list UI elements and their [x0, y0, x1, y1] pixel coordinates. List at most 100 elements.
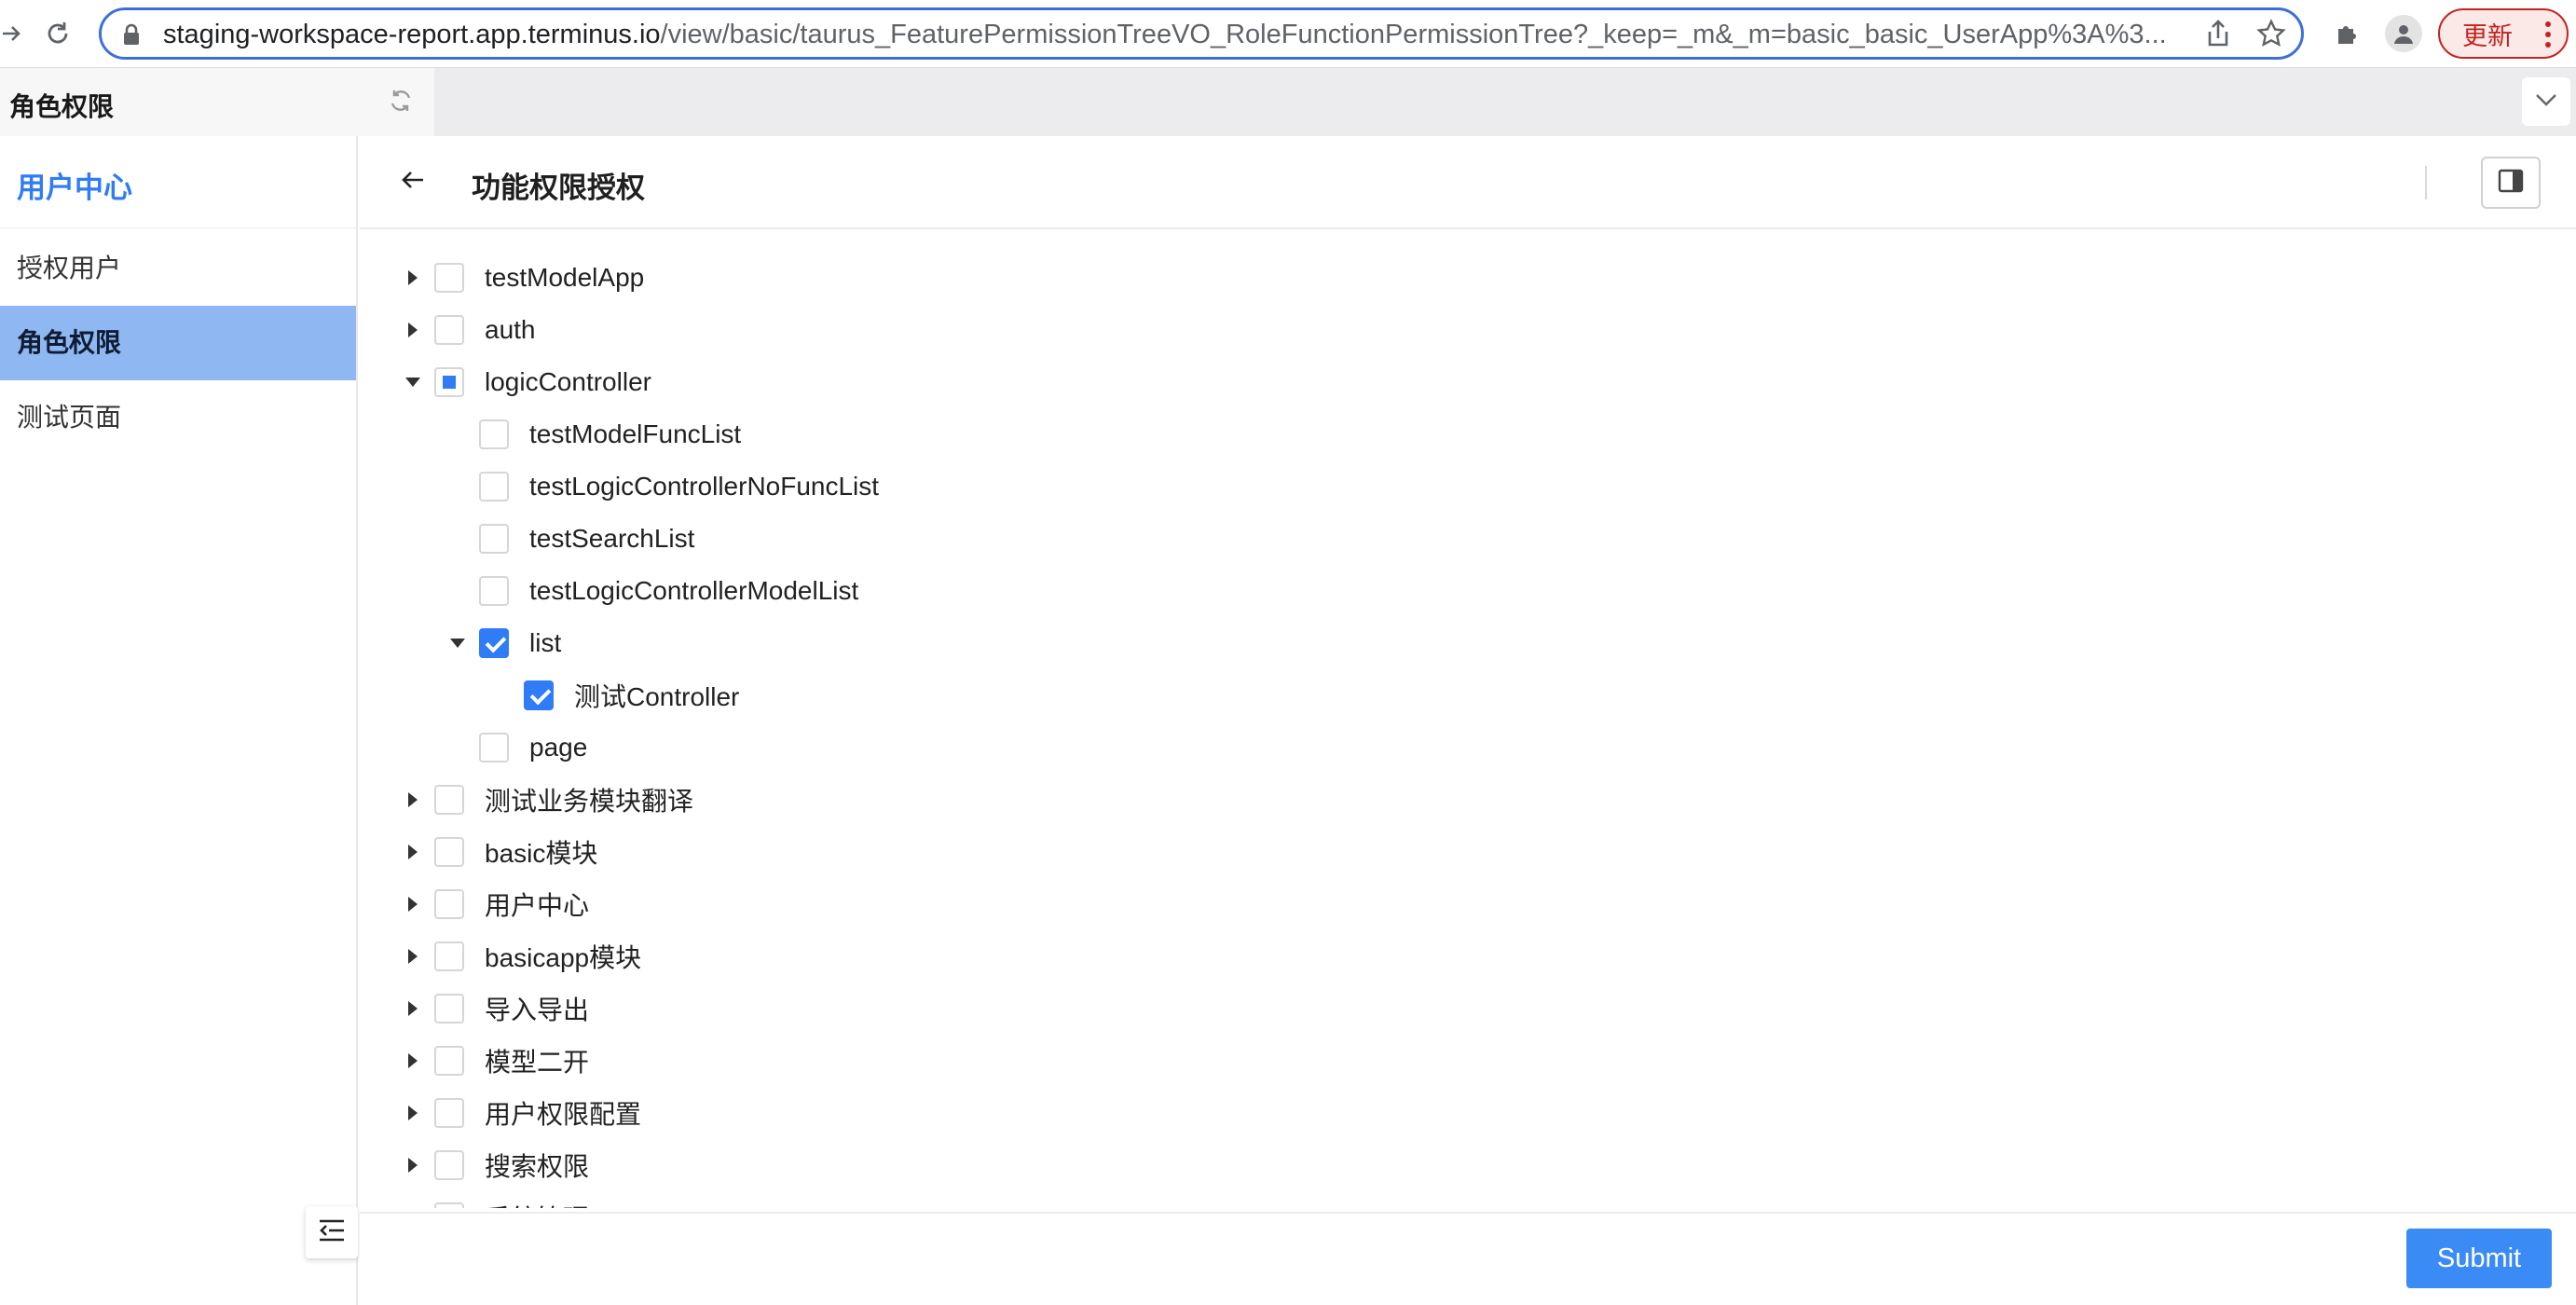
bookmark-star-icon[interactable] — [2256, 19, 2286, 53]
update-button[interactable]: 更新 — [2438, 8, 2569, 59]
sidebar-collapse-button[interactable] — [306, 1206, 358, 1258]
tree-node[interactable]: testLogicControllerModelList — [444, 565, 858, 617]
header-divider — [2425, 166, 2427, 199]
extensions-puzzle-icon[interactable] — [2324, 11, 2369, 56]
caret-right-icon[interactable] — [399, 1191, 427, 1208]
tree-checkbox[interactable] — [434, 889, 464, 919]
reload-icon[interactable] — [35, 11, 80, 56]
tree-node-label: basicapp模块 — [485, 943, 642, 972]
tree-node-label: 用户中心 — [485, 891, 590, 920]
menu-dots-icon[interactable] — [2544, 20, 2552, 56]
url-host: staging-workspace-report.app.terminus.io — [163, 20, 661, 49]
tree-node[interactable]: logicController — [399, 356, 651, 408]
tree-node-label: 导入导出 — [485, 996, 590, 1024]
tree-checkbox[interactable] — [434, 367, 464, 397]
submit-button[interactable]: Submit — [2406, 1229, 2552, 1288]
tree-checkbox[interactable] — [434, 837, 464, 867]
tree-node[interactable]: auth — [399, 304, 536, 356]
tree-node-label: testLogicControllerModelList — [529, 576, 859, 605]
tree-node-label: page — [529, 733, 588, 762]
tree-node-label: logicController — [485, 367, 651, 396]
tree-node-label: testModelApp — [485, 263, 645, 292]
tree-checkbox[interactable] — [479, 419, 509, 449]
caret-right-icon[interactable] — [399, 1139, 427, 1191]
tree-node[interactable]: 用户权限配置 — [399, 1087, 641, 1139]
profile-avatar-icon[interactable] — [2381, 11, 2426, 56]
tree-checkbox[interactable] — [434, 941, 464, 971]
tree-node[interactable]: 测试业务模块翻译 — [399, 774, 693, 826]
browser-toolbar: staging-workspace-report.app.terminus.io… — [0, 0, 2576, 68]
tree-node[interactable]: basicapp模块 — [399, 930, 641, 982]
tree-node[interactable]: list — [444, 617, 561, 669]
tree-checkbox[interactable] — [434, 1202, 464, 1208]
permission-tree: testModelApp auth logicController testModel… — [360, 229, 2576, 1208]
tree-node-label: 模型二开 — [485, 1048, 590, 1077]
tree-checkbox[interactable] — [479, 628, 509, 658]
tree-checkbox[interactable] — [434, 1150, 464, 1180]
forward-icon[interactable] — [0, 11, 34, 56]
main-content: 功能权限授权 testModelApp auth logicController te… — [360, 136, 2576, 1305]
caret-right-icon[interactable] — [399, 982, 427, 1035]
tree-node[interactable]: page — [444, 721, 587, 774]
caret-right-icon[interactable] — [399, 774, 427, 826]
tree-node[interactable]: 系统管理 — [399, 1191, 589, 1208]
share-icon[interactable] — [2204, 19, 2232, 53]
caret-down-icon[interactable] — [399, 356, 427, 408]
lock-icon[interactable] — [122, 23, 141, 50]
caret-down-icon[interactable] — [444, 617, 472, 669]
collapse-menu-icon — [318, 1218, 346, 1247]
page-title: 功能权限授权 — [472, 172, 645, 204]
tree-checkbox[interactable] — [434, 994, 464, 1023]
tree-node[interactable]: testModelFuncList — [444, 408, 741, 460]
sidebar-title: 用户中心 — [17, 172, 132, 204]
tree-checkbox[interactable] — [479, 576, 509, 606]
sidebar-item-authorized-users[interactable]: 授权用户 — [0, 231, 356, 306]
tree-node-label: 系统管理 — [485, 1199, 589, 1208]
tree-checkbox[interactable] — [434, 785, 464, 815]
caret-right-icon[interactable] — [399, 826, 427, 878]
tree-node-label: auth — [485, 315, 536, 344]
tree-checkbox[interactable] — [479, 733, 509, 762]
caret-right-icon[interactable] — [399, 878, 427, 930]
sidebar-item-test-page[interactable]: 测试页面 — [0, 380, 356, 455]
sidebar-item-role-permissions[interactable]: 角色权限 — [0, 306, 356, 380]
tree-node[interactable]: testLogicControllerNoFuncList — [444, 460, 879, 513]
caret-right-icon[interactable] — [399, 1035, 427, 1087]
tab-role-permissions[interactable]: 角色权限 — [0, 68, 434, 136]
tree-node[interactable]: basic模块 — [399, 826, 597, 878]
tree-node[interactable]: 导入导出 — [399, 982, 589, 1035]
caret-right-icon[interactable] — [399, 1087, 427, 1139]
tree-checkbox[interactable] — [434, 1098, 464, 1128]
address-bar[interactable]: staging-workspace-report.app.terminus.io… — [99, 7, 2304, 60]
tree-node[interactable]: 模型二开 — [399, 1035, 589, 1087]
tree-checkbox[interactable] — [479, 524, 509, 554]
tree-node[interactable]: 测试Controller — [488, 669, 739, 721]
url-text[interactable]: staging-workspace-report.app.terminus.io… — [163, 20, 2195, 49]
tree-node[interactable]: 用户中心 — [399, 878, 589, 930]
tree-checkbox[interactable] — [434, 263, 464, 293]
update-label: 更新 — [2462, 21, 2513, 50]
toggle-panel-button[interactable] — [2481, 157, 2541, 209]
tree-checkbox[interactable] — [524, 680, 554, 710]
caret-right-icon[interactable] — [399, 930, 427, 982]
tree-node-label: list — [529, 628, 562, 657]
back-arrow-icon[interactable] — [399, 166, 427, 199]
caret-right-icon[interactable] — [399, 304, 427, 356]
tree-checkbox[interactable] — [434, 1046, 464, 1076]
tree-node[interactable]: testModelApp — [399, 252, 644, 304]
url-path: /view/basic/taurus_FeaturePermissionTree… — [660, 20, 2167, 49]
tree-node[interactable]: testSearchList — [444, 513, 694, 565]
tab-dropdown-button[interactable] — [2522, 77, 2570, 126]
tree-node[interactable]: 搜索权限 — [399, 1139, 589, 1191]
refresh-icon[interactable] — [387, 87, 415, 119]
tab-title: 角色权限 — [9, 92, 115, 121]
tree-checkbox[interactable] — [434, 315, 464, 345]
caret-right-icon[interactable] — [399, 252, 427, 304]
tree-checkbox[interactable] — [479, 472, 509, 501]
tree-node-label: 用户权限配置 — [485, 1100, 642, 1129]
